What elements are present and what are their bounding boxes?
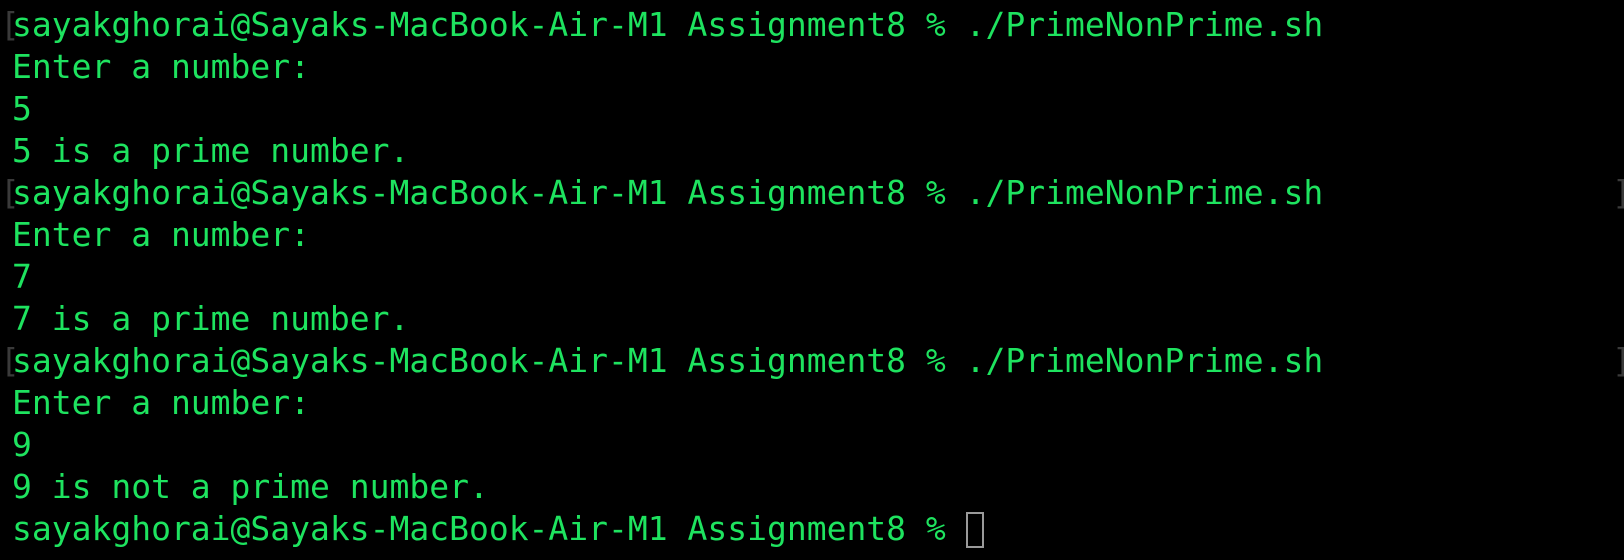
input-text: 5 bbox=[12, 89, 32, 128]
output-line: Enter a number: bbox=[12, 214, 1624, 256]
prompt-text: sayakghorai@Sayaks-MacBook-Air-M1 Assign… bbox=[12, 509, 966, 548]
output-text: Enter a number: bbox=[12, 215, 311, 254]
command-text: sayakghorai@Sayaks-MacBook-Air-M1 Assign… bbox=[12, 173, 1324, 212]
output-text: 5 is a prime number. bbox=[12, 131, 410, 170]
output-text: Enter a number: bbox=[12, 47, 311, 86]
output-text: Enter a number: bbox=[12, 383, 311, 422]
prompt-line[interactable]: sayakghorai@Sayaks-MacBook-Air-M1 Assign… bbox=[12, 508, 1624, 550]
command-line: [sayakghorai@Sayaks-MacBook-Air-M1 Assig… bbox=[0, 4, 1624, 46]
terminal-window[interactable]: [sayakghorai@Sayaks-MacBook-Air-M1 Assig… bbox=[0, 0, 1624, 560]
output-line: Enter a number: bbox=[12, 46, 1624, 88]
output-line: 9 is not a prime number. bbox=[12, 466, 1624, 508]
input-line: 5 bbox=[12, 88, 1624, 130]
output-line: 7 is a prime number. bbox=[12, 298, 1624, 340]
command-text: sayakghorai@Sayaks-MacBook-Air-M1 Assign… bbox=[12, 5, 1324, 44]
input-line: 9 bbox=[12, 424, 1624, 466]
mark-bracket-icon: [ bbox=[0, 173, 20, 212]
input-text: 7 bbox=[12, 257, 32, 296]
output-line: Enter a number: bbox=[12, 382, 1624, 424]
cursor-icon[interactable] bbox=[965, 512, 984, 548]
mark-bracket-icon: [ bbox=[0, 341, 20, 380]
output-text: 7 is a prime number. bbox=[12, 299, 410, 338]
mark-bracket-icon: ] bbox=[1612, 340, 1624, 382]
command-text: sayakghorai@Sayaks-MacBook-Air-M1 Assign… bbox=[12, 341, 1324, 380]
command-line: [sayakghorai@Sayaks-MacBook-Air-M1 Assig… bbox=[0, 340, 1624, 382]
mark-bracket-icon: [ bbox=[0, 5, 20, 44]
output-line: 5 is a prime number. bbox=[12, 130, 1624, 172]
mark-bracket-icon: ] bbox=[1612, 172, 1624, 214]
output-text: 9 is not a prime number. bbox=[12, 467, 489, 506]
command-line: [sayakghorai@Sayaks-MacBook-Air-M1 Assig… bbox=[0, 172, 1624, 214]
input-line: 7 bbox=[12, 256, 1624, 298]
input-text: 9 bbox=[12, 425, 32, 464]
